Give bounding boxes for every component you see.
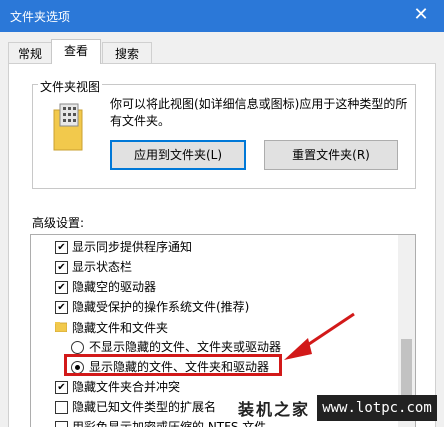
radio-unselected[interactable]	[71, 341, 84, 354]
annotation-arrow-icon	[284, 312, 355, 360]
list-item-label: 隐藏受保护的操作系统文件(推荐)	[72, 300, 250, 314]
watermark-url: www.lotpc.com	[317, 395, 437, 421]
list-item-label: 显示同步提供程序通知	[72, 240, 193, 254]
checkbox-checked[interactable]: ✔	[55, 241, 68, 254]
folder-view-icon	[53, 103, 83, 151]
checkbox-checked[interactable]: ✔	[55, 261, 68, 274]
checkbox-checked[interactable]: ✔	[55, 381, 68, 394]
folder-options-window: 文件夹选项 ✕ 常规 查看 搜索 文件夹视图 你可以将此视图(如详细信息或图标)…	[0, 0, 444, 427]
folder-views-description: 你可以将此视图(如详细信息或图标)应用于这种类型的所有文件夹。	[110, 97, 408, 128]
close-icon[interactable]: ✕	[398, 0, 444, 32]
folder-icon	[55, 322, 67, 332]
folder-views-title: 文件夹视图	[38, 78, 103, 95]
checkbox-checked[interactable]: ✔	[55, 281, 68, 294]
advanced-settings-label: 高级设置:	[32, 216, 85, 230]
window-title: 文件夹选项	[10, 10, 71, 24]
checkbox-unchecked[interactable]	[55, 421, 68, 427]
tab-view[interactable]: 查看	[51, 39, 101, 64]
list-item-label: 显示状态栏	[72, 260, 133, 274]
title-bar: 文件夹选项 ✕	[0, 0, 444, 32]
apply-to-folders-button[interactable]: 应用到文件夹(L)	[110, 140, 246, 170]
watermark-text: 装机之家	[238, 400, 311, 419]
tab-search[interactable]: 搜索	[102, 42, 152, 65]
list-item-label: 隐藏空的驱动器	[72, 280, 157, 294]
list-item-label: 隐藏文件夹合并冲突	[72, 380, 181, 394]
scrollbar-thumb[interactable]	[401, 339, 412, 403]
reset-folders-button[interactable]: 重置文件夹(R)	[264, 140, 398, 170]
tab-general[interactable]: 常规	[8, 42, 52, 65]
checkbox-checked[interactable]: ✔	[55, 301, 68, 314]
checkbox-unchecked[interactable]	[55, 401, 68, 414]
list-group-label: 隐藏文件和文件夹	[72, 321, 169, 335]
list-item-label: 隐藏已知文件类型的扩展名	[72, 400, 217, 414]
highlight-box	[64, 354, 282, 376]
